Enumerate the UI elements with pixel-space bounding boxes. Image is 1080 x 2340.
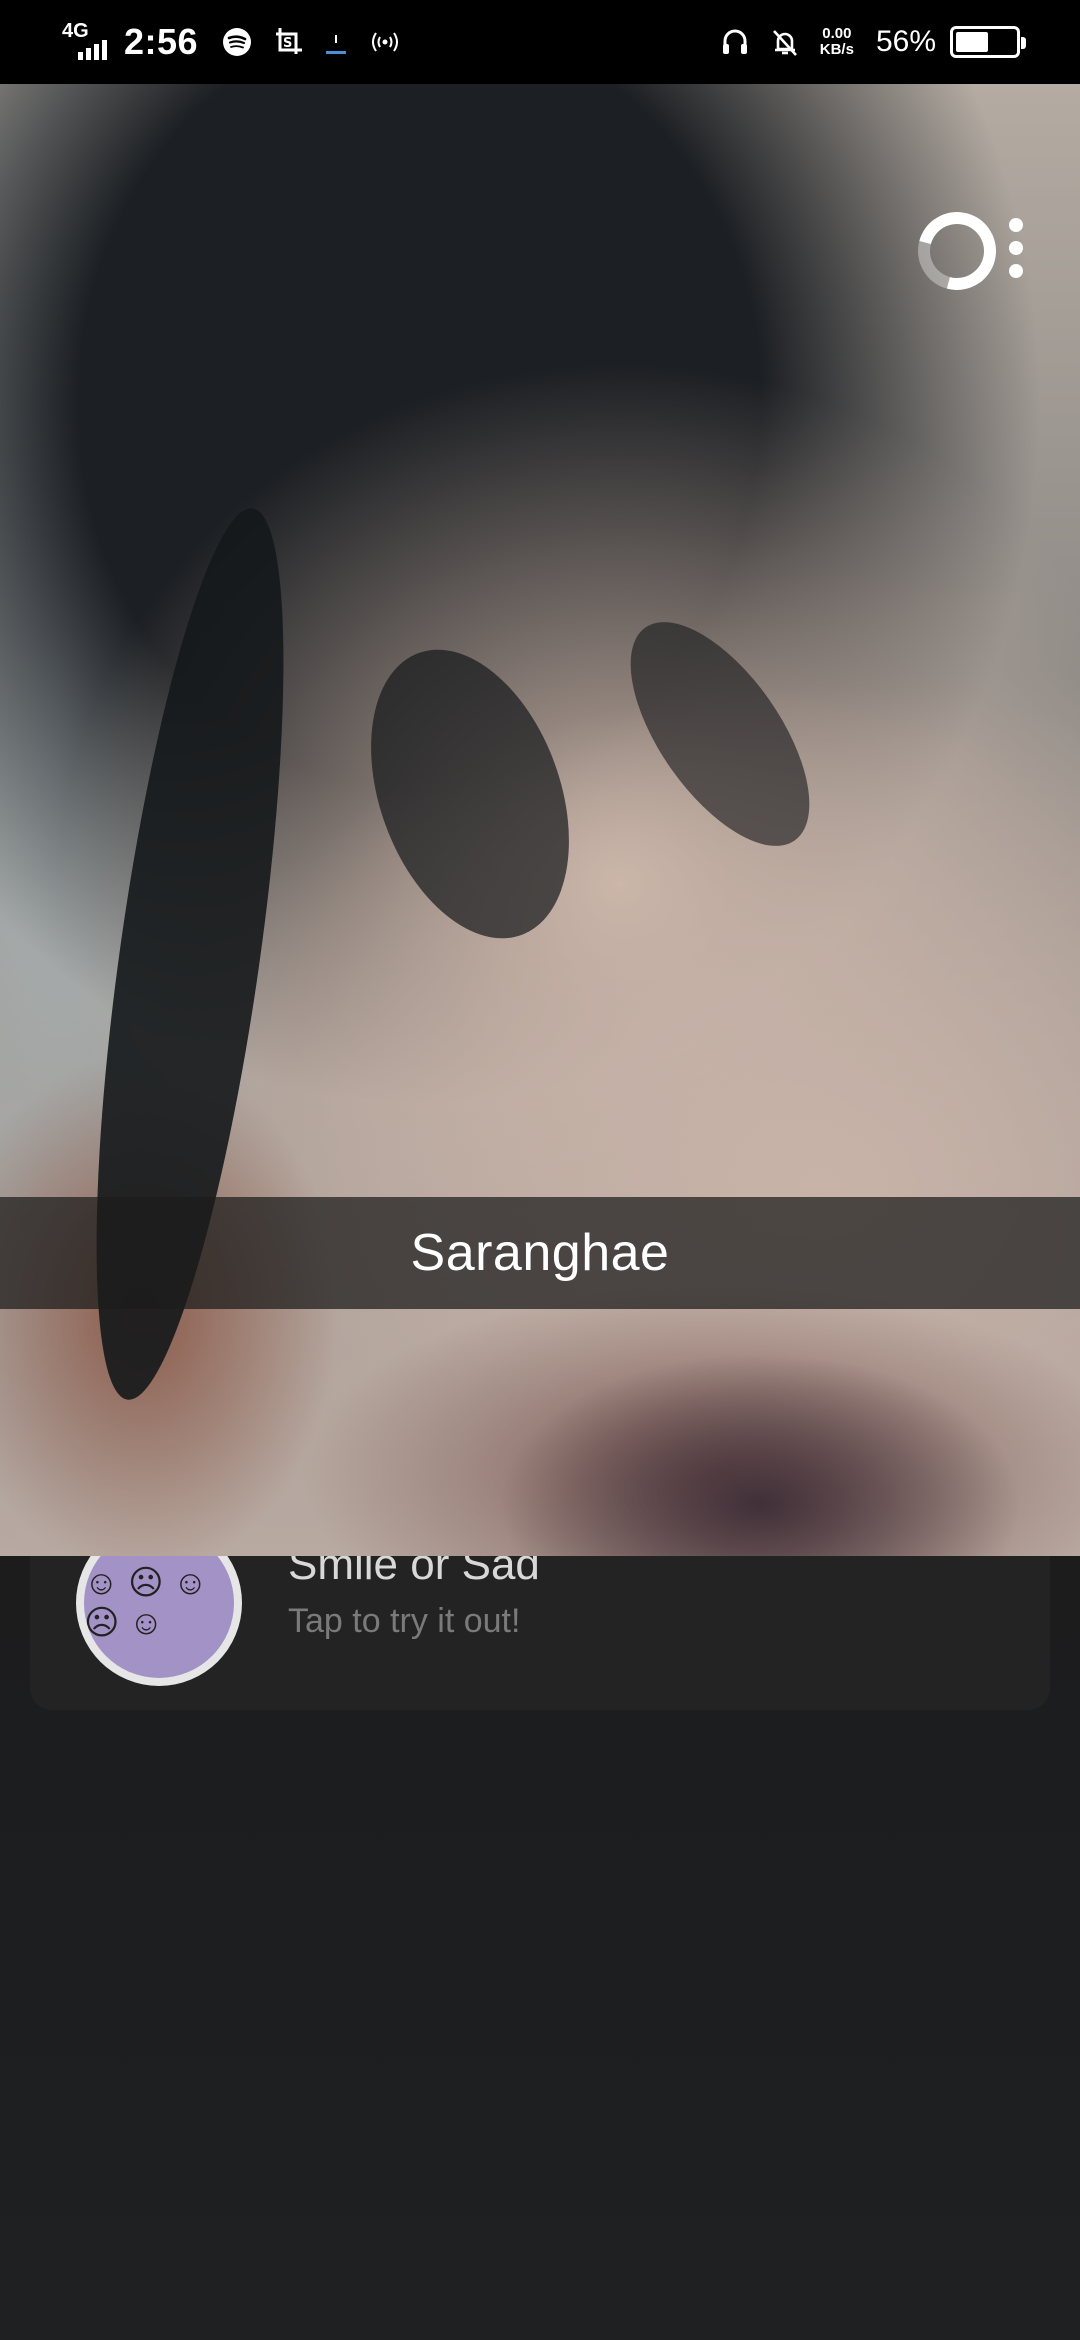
signal-icon: 4G — [62, 20, 114, 62]
clock: 2:56 — [124, 21, 199, 62]
battery-icon — [950, 26, 1026, 58]
battery-percent: 56% — [875, 25, 936, 58]
svg-text:S: S — [283, 36, 292, 51]
lens-subtitle[interactable]: Tap to try it out! — [288, 1602, 520, 1641]
photo-detail — [596, 593, 844, 875]
more-options-icon[interactable] — [1004, 218, 1028, 278]
status-bar-right: 0.00 KB/s 56% — [720, 25, 1026, 59]
mute-bell-icon — [770, 27, 800, 57]
download-icon — [324, 27, 348, 57]
headphones-icon — [720, 27, 750, 57]
battery-fill — [956, 32, 988, 52]
network-speed: 0.00 KB/s — [820, 26, 854, 58]
spotify-icon — [222, 27, 252, 57]
status-bar-left: 4G 2:56 S — [62, 20, 422, 63]
caption-bar: Saranghae — [0, 1197, 1080, 1309]
snap-photo[interactable]: Saranghae — [0, 84, 1080, 1556]
screenshot-icon: S — [272, 26, 304, 58]
loading-ring-icon — [903, 197, 1011, 305]
snap-caption: Saranghae — [410, 1224, 670, 1282]
hotspot-icon — [368, 27, 402, 57]
photo-detail — [334, 622, 606, 966]
speed-unit: KB/s — [819, 41, 854, 58]
speed-value: 0.00 — [822, 25, 852, 42]
status-bar: 4G 2:56 S 0.00 KB/s 56% — [0, 0, 1080, 84]
